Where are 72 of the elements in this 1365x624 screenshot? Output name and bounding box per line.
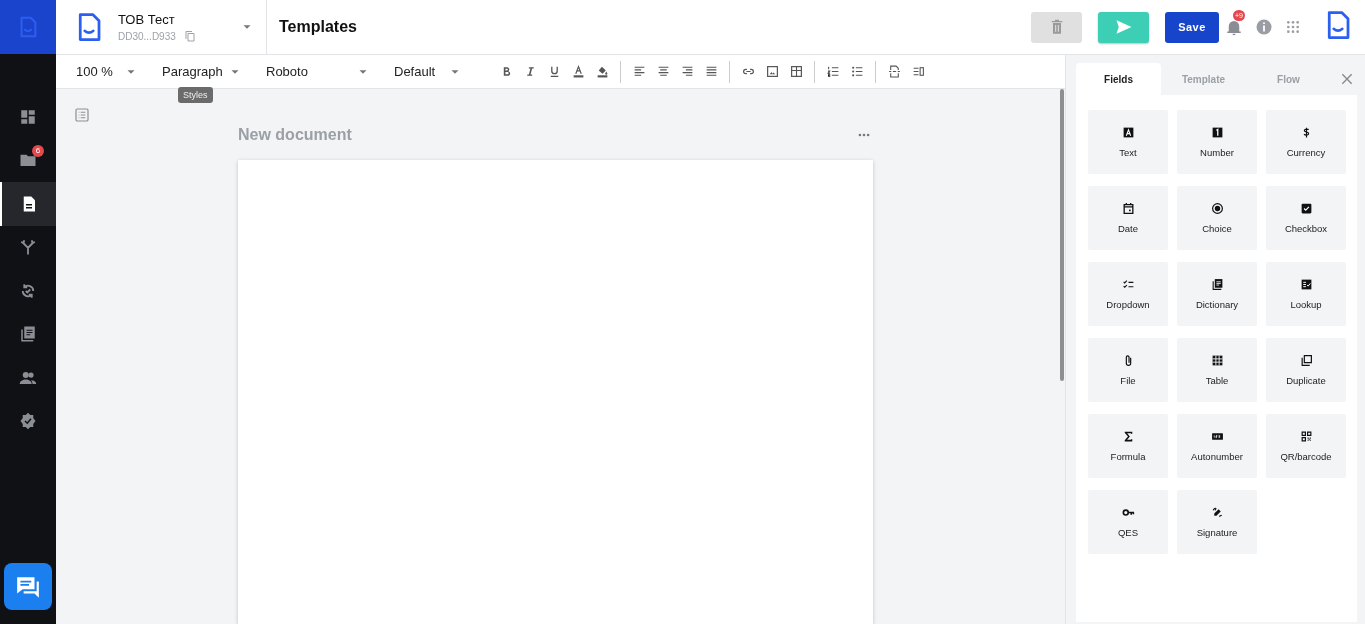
align-center-icon	[656, 65, 670, 78]
field-type-tile[interactable]: Dropdown	[1088, 262, 1168, 326]
key-icon	[1121, 506, 1135, 519]
align-right-icon	[680, 65, 694, 78]
qr-code-icon	[1299, 430, 1313, 443]
badge-check-icon	[19, 412, 37, 431]
sidebar-item[interactable]: 6	[0, 138, 56, 182]
notes-stack-icon	[1210, 278, 1224, 291]
apps-grid-icon[interactable]	[1285, 19, 1301, 35]
checkbox-icon	[1299, 202, 1313, 215]
radio-icon	[1210, 202, 1224, 215]
field-type-tile[interactable]: Formula	[1088, 414, 1168, 478]
calendar-icon	[1121, 202, 1135, 215]
send-icon	[1114, 18, 1133, 36]
field-type-tile[interactable]: Date	[1088, 186, 1168, 250]
chat-button[interactable]	[4, 563, 52, 610]
letter-a-icon	[1121, 126, 1135, 139]
dropdown[interactable]: Roboto	[258, 64, 370, 79]
close-icon[interactable]	[1339, 71, 1355, 87]
field-type-tile[interactable]: Number	[1177, 110, 1257, 174]
tooltip: Styles	[178, 87, 213, 103]
count-badge: 6	[32, 144, 44, 157]
number-one-icon	[1210, 126, 1224, 139]
sidebar-item[interactable]	[0, 182, 56, 226]
info-icon[interactable]	[1255, 18, 1273, 36]
grid-icon	[1210, 354, 1224, 367]
delete-button[interactable]	[1031, 11, 1082, 43]
copy-icon	[1299, 354, 1313, 367]
copy-icon[interactable]	[183, 30, 196, 42]
bullet-list-icon	[850, 65, 864, 78]
dropdown[interactable]: Paragraph	[154, 64, 242, 79]
panel-tab[interactable]: Fields	[1076, 63, 1161, 95]
image-icon	[765, 65, 779, 78]
save-button[interactable]: Save	[1165, 11, 1219, 43]
checklist-icon	[1121, 278, 1135, 291]
bell-icon[interactable]	[1225, 18, 1243, 36]
field-type-tile[interactable]: File	[1088, 338, 1168, 402]
table-icon	[789, 65, 803, 78]
field-type-tile[interactable]: Text	[1088, 110, 1168, 174]
document-title: New document	[238, 126, 352, 144]
branch-icon	[19, 238, 37, 257]
field-type-tile[interactable]: Dictionary	[1177, 262, 1257, 326]
fill-color-icon	[595, 65, 609, 78]
organization-name: ТОВ Тест	[118, 12, 176, 27]
page-title: Templates	[278, 18, 358, 36]
organization-code: DD30...D933	[118, 30, 176, 42]
dropdown[interactable]: 100 %	[68, 64, 138, 79]
field-type-tile[interactable]: Autonumber	[1177, 414, 1257, 478]
field-type-tile[interactable]: Duplicate	[1266, 338, 1346, 402]
align-justify-icon	[704, 65, 718, 78]
field-type-tile[interactable]: Lookup	[1266, 262, 1346, 326]
field-type-tile[interactable]: Choice	[1177, 186, 1257, 250]
counter-icon	[1210, 430, 1224, 443]
text-color-icon	[571, 65, 585, 78]
list-check-icon	[1299, 278, 1313, 291]
scrollbar[interactable]	[1060, 89, 1064, 381]
align-left-icon	[632, 65, 646, 78]
signature-pen-icon	[1210, 506, 1224, 519]
list-icon[interactable]	[74, 107, 90, 123]
field-type-tile[interactable]: Checkbox	[1266, 186, 1346, 250]
field-type-tile[interactable]: Table	[1177, 338, 1257, 402]
field-type-tile[interactable]: QES	[1088, 490, 1168, 554]
field-insert-icon	[911, 65, 925, 78]
field-type-tile[interactable]: QR/barcode	[1266, 414, 1346, 478]
dropdown[interactable]: Default	[386, 64, 462, 79]
sync-check-icon	[19, 281, 37, 300]
field-type-tile[interactable]: Currency	[1266, 110, 1346, 174]
numbered-list-icon	[826, 65, 840, 78]
page-break-icon	[887, 65, 901, 78]
notes-stack-icon	[19, 325, 37, 344]
field-type-tile[interactable]: Signature	[1177, 490, 1257, 554]
dashboard-icon	[19, 107, 37, 126]
